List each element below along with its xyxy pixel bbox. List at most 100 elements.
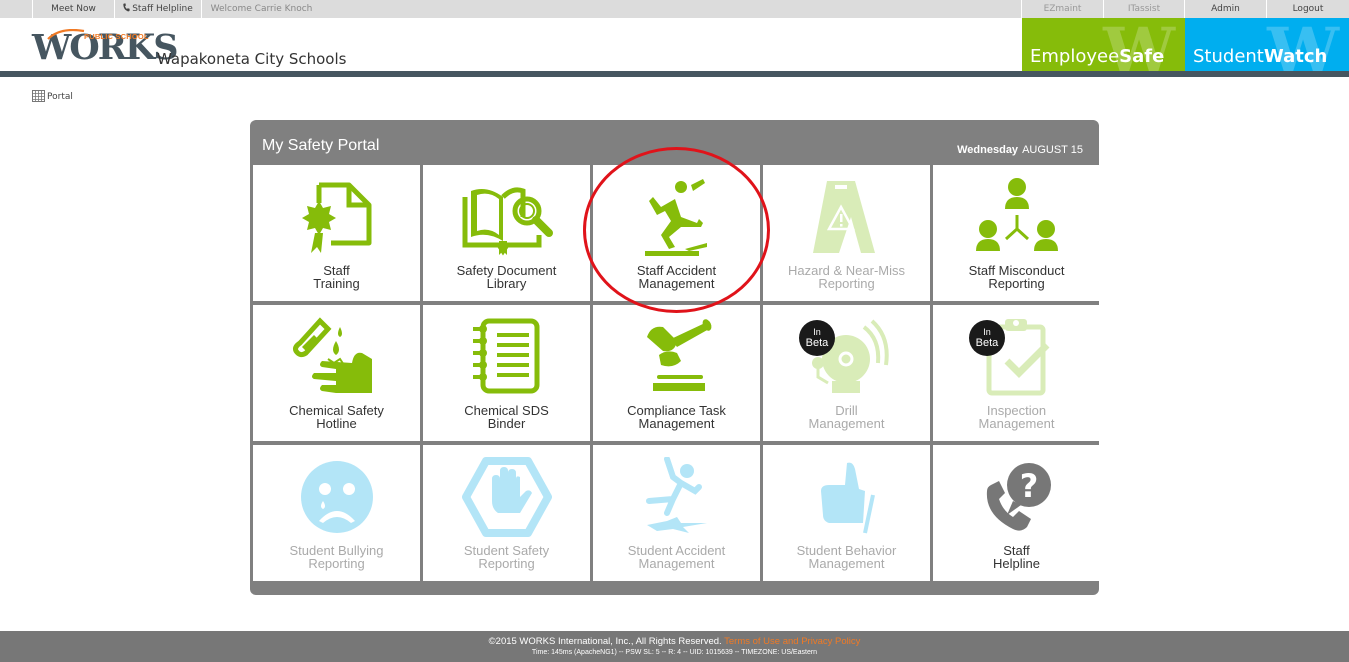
footer-debug-info: Time: 145ms (ApacheNG1) -- PSW SL: 5 -- … bbox=[531, 649, 818, 656]
staff-helpline-link[interactable]: Staff Helpline bbox=[114, 0, 201, 18]
tile-staff-accident-management[interactable]: Staff Accident Management bbox=[593, 165, 760, 301]
tile-inspection-management[interactable]: In Beta Inspection Management bbox=[933, 305, 1100, 441]
admin-label: Admin bbox=[1211, 4, 1240, 14]
tile-label: Inspection Management bbox=[933, 404, 1100, 430]
student-watch-tab[interactable]: W StudentWatch bbox=[1185, 18, 1349, 71]
district-name: Wapakoneta City Schools bbox=[157, 50, 347, 68]
tile-staff-misconduct-reporting[interactable]: Staff Misconduct Reporting bbox=[933, 165, 1100, 301]
tile-student-behavior-management[interactable]: Student Behavior Management bbox=[763, 445, 930, 581]
tile-label-line2: Management bbox=[978, 416, 1055, 431]
svg-text:?: ? bbox=[1019, 467, 1038, 505]
logout-label: Logout bbox=[1292, 4, 1324, 14]
tile-label: Student Safety Reporting bbox=[423, 544, 590, 570]
meet-now-label: Meet Now bbox=[51, 4, 96, 14]
sad-face-icon bbox=[300, 461, 373, 533]
tile-chemical-safety-hotline[interactable]: Chemical Safety Hotline bbox=[253, 305, 420, 441]
tile-label: Hazard & Near-Miss Reporting bbox=[763, 264, 930, 290]
copyright-text: ©2015 WORKS International, Inc., All Rig… bbox=[488, 636, 722, 647]
breadcrumb-label: Portal bbox=[47, 92, 73, 102]
footer-line1: ©2015 WORKS International, Inc., All Rig… bbox=[0, 636, 1349, 647]
employee-label-regular: Employee bbox=[1030, 46, 1120, 67]
tile-label: Chemical Safety Hotline bbox=[253, 404, 420, 430]
tile-compliance-task-management[interactable]: Compliance Task Management bbox=[593, 305, 760, 441]
phone-question-icon: ? bbox=[986, 463, 1051, 531]
tile-label-line2: Management bbox=[808, 556, 885, 571]
person-slipping-icon bbox=[644, 179, 707, 256]
tile-safety-document-library[interactable]: Safety Document Library bbox=[423, 165, 590, 301]
tile-label-line2: Library bbox=[486, 276, 527, 291]
admin-link[interactable]: Admin bbox=[1184, 0, 1266, 18]
tile-label: Staff Misconduct Reporting bbox=[933, 264, 1100, 290]
ezmaint-label: EZmaint bbox=[1043, 4, 1082, 14]
people-network-icon bbox=[975, 178, 1058, 251]
student-falling-icon bbox=[645, 457, 707, 533]
tile-label-line2: Management bbox=[638, 276, 715, 291]
tile-label: Compliance Task Management bbox=[593, 404, 760, 430]
gavel-icon bbox=[646, 319, 711, 391]
tile-label-line2: Reporting bbox=[308, 556, 365, 571]
tile-label: Student Accident Management bbox=[593, 544, 760, 570]
tile-chemical-sds-binder[interactable]: Chemical SDS Binder bbox=[423, 305, 590, 441]
welcome-text: Welcome Carrie Knoch bbox=[201, 0, 321, 18]
tile-label-line2: Reporting bbox=[478, 556, 535, 571]
employee-safe-label: EmployeeSafe bbox=[1030, 46, 1164, 67]
student-label-regular: Student bbox=[1193, 46, 1264, 67]
tile-label-line2: Binder bbox=[487, 416, 526, 431]
top-bar: Meet Now Staff Helpline Welcome Carrie K… bbox=[0, 0, 1349, 18]
tile-label: Drill Management bbox=[763, 404, 930, 430]
tile-hazard-near-miss-reporting[interactable]: Hazard & Near-Miss Reporting bbox=[763, 165, 930, 301]
terms-privacy-link[interactable]: Terms of Use and Privacy Policy bbox=[724, 636, 860, 647]
student-watch-label: StudentWatch bbox=[1193, 46, 1327, 67]
badge-line1: In bbox=[983, 327, 991, 337]
badge-line1: In bbox=[813, 327, 821, 337]
itassist-link[interactable]: ITassist bbox=[1103, 0, 1184, 18]
tile-label-line2: Training bbox=[313, 276, 360, 291]
tile-label-line2: Reporting bbox=[818, 276, 875, 291]
header-divider bbox=[0, 71, 1349, 77]
tile-label: Student Behavior Management bbox=[763, 544, 930, 570]
tile-label: Staff Helpline bbox=[933, 544, 1100, 570]
in-beta-badge: In Beta bbox=[799, 320, 835, 356]
staff-helpline-label: Staff Helpline bbox=[132, 4, 193, 14]
badge-line2: Beta bbox=[805, 337, 829, 349]
phone-icon bbox=[123, 3, 130, 12]
in-beta-badge: In Beta bbox=[969, 320, 1005, 356]
badge-line2: Beta bbox=[975, 337, 999, 349]
breadcrumb-portal[interactable]: Portal bbox=[32, 90, 73, 102]
logo-public-school-text: PUBLIC SCHOOL bbox=[84, 32, 149, 41]
logout-link[interactable]: Logout bbox=[1266, 0, 1349, 18]
tile-student-bullying-reporting[interactable]: Student Bullying Reporting bbox=[253, 445, 420, 581]
tile-student-accident-management[interactable]: Student Accident Management bbox=[593, 445, 760, 581]
tile-staff-training[interactable]: Staff Training bbox=[253, 165, 420, 301]
grid-icon bbox=[32, 90, 45, 102]
ezmaint-link[interactable]: EZmaint bbox=[1021, 0, 1103, 18]
wet-floor-sign-icon bbox=[812, 181, 875, 253]
date-day: AUGUST 15 bbox=[1022, 144, 1083, 156]
tile-label-line2: Management bbox=[638, 556, 715, 571]
tile-staff-helpline[interactable]: ? Staff Helpline bbox=[933, 445, 1100, 581]
safety-portal-panel: My Safety Portal Wednesday AUGUST 15 Staf… bbox=[250, 120, 1100, 595]
portal-date: Wednesday AUGUST 15 bbox=[957, 144, 1083, 156]
certificate-icon bbox=[301, 182, 371, 253]
student-label-bold: Watch bbox=[1263, 46, 1328, 67]
tile-label: Student Bullying Reporting bbox=[253, 544, 420, 570]
tile-label-line2: Management bbox=[808, 416, 885, 431]
tile-label: Chemical SDS Binder bbox=[423, 404, 590, 430]
meet-now-link[interactable]: Meet Now bbox=[32, 0, 114, 18]
spiral-binder-icon bbox=[472, 318, 539, 394]
stop-hand-icon bbox=[461, 457, 552, 537]
date-weekday: Wednesday bbox=[957, 144, 1019, 156]
tile-student-safety-reporting[interactable]: Student Safety Reporting bbox=[423, 445, 590, 581]
book-magnifier-icon bbox=[462, 187, 553, 256]
tile-drill-management[interactable]: In Beta Drill Management bbox=[763, 305, 930, 441]
tile-label-line2: Reporting bbox=[988, 276, 1045, 291]
chemical-hand-icon bbox=[292, 317, 372, 393]
employee-safe-tab[interactable]: W EmployeeSafe bbox=[1022, 18, 1185, 71]
welcome-label: Welcome Carrie Knoch bbox=[210, 4, 313, 14]
employee-label-bold: Safe bbox=[1119, 46, 1165, 67]
tile-label-line2: Management bbox=[638, 416, 715, 431]
tile-label-line2: Helpline bbox=[993, 556, 1040, 571]
tile-label: Safety Document Library bbox=[423, 264, 590, 290]
tile-label: Staff Training bbox=[253, 264, 420, 290]
footer: ©2015 WORKS International, Inc., All Rig… bbox=[0, 631, 1349, 662]
